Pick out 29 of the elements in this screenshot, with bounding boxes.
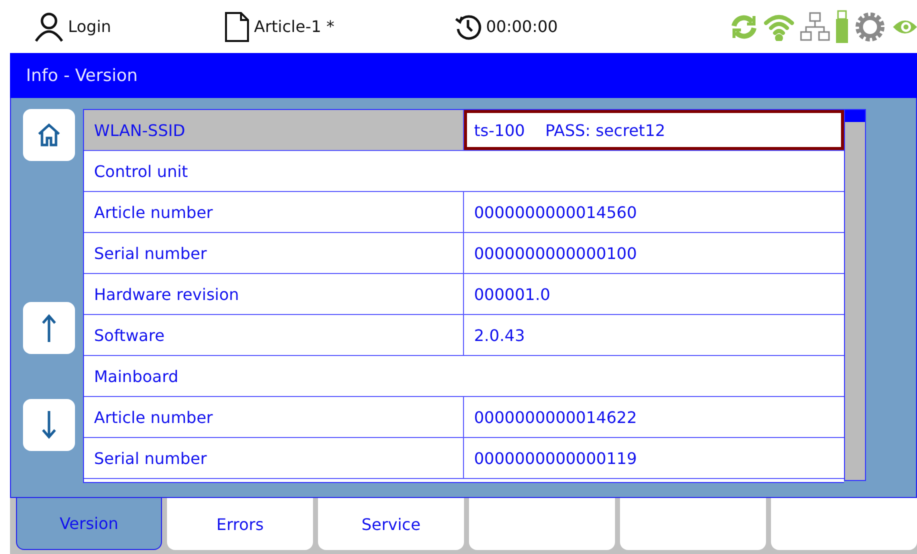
field-value[interactable]: 000001.0 — [464, 274, 844, 314]
field-value[interactable]: ts-100 PASS: secret12 — [464, 110, 844, 150]
user-icon — [34, 12, 64, 42]
field-value[interactable]: 0000000000014622 — [464, 397, 844, 437]
usb-stick-icon — [835, 10, 849, 44]
tab[interactable]: Errors — [167, 498, 314, 550]
field-label: WLAN-SSID — [84, 110, 464, 150]
article-name: Article-1 * — [254, 17, 334, 36]
tab[interactable]: Service — [318, 498, 464, 550]
document-icon — [224, 10, 250, 42]
sync-icon — [729, 12, 759, 40]
timer-value: 00:00:00 — [486, 17, 558, 36]
timer-icon — [454, 12, 482, 40]
login-label: Login — [68, 17, 112, 36]
arrow-down-icon — [41, 410, 57, 440]
field-value[interactable]: 0000000000014560 — [464, 192, 844, 232]
field-value[interactable]: 0000000000000100 — [464, 233, 844, 273]
field-value[interactable]: 0000000000000119 — [464, 438, 844, 478]
field-value[interactable]: 2.0.43 — [464, 315, 844, 355]
scroll-down-button[interactable] — [23, 399, 75, 451]
scrollbar[interactable] — [844, 109, 866, 481]
network-icon — [799, 12, 831, 42]
scroll-up-button[interactable] — [23, 302, 75, 354]
home-button[interactable] — [23, 109, 75, 161]
arrow-up-icon — [41, 313, 57, 343]
home-icon — [36, 122, 62, 148]
screen-title: Info - Version — [26, 66, 138, 86]
wifi-icon — [763, 12, 795, 40]
gear-icon — [853, 10, 887, 44]
